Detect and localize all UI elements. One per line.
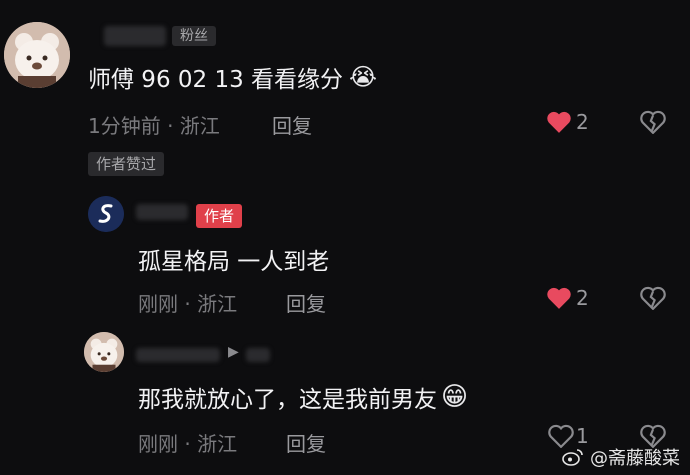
username-redacted[interactable]: [104, 26, 166, 46]
heart-filled-icon: [547, 287, 571, 309]
comment-time-location: 刚刚 · 浙江: [138, 432, 238, 456]
reply-button[interactable]: 回复: [286, 288, 326, 317]
like-button[interactable]: 2: [546, 110, 589, 134]
crying-emoji-icon: 😭: [349, 63, 378, 91]
avatar[interactable]: [88, 196, 124, 232]
comment-text: 孤星格局 一人到老: [138, 249, 330, 275]
bear-avatar-icon: [84, 332, 124, 372]
comment-time-location: 1分钟前 · 浙江: [88, 114, 220, 138]
weibo-icon: [562, 449, 583, 466]
like-button[interactable]: 2: [546, 286, 589, 310]
dislike-button[interactable]: [640, 286, 666, 314]
comment-text: 师傅 96 02 13 看看缘分 😭: [88, 63, 378, 93]
heart-filled-icon: [547, 111, 571, 133]
comment-time-location: 刚刚 · 浙江: [138, 292, 238, 316]
avatar[interactable]: [84, 332, 124, 372]
author-liked-badge: 作者赞过: [88, 152, 165, 176]
broken-heart-icon: [640, 286, 666, 311]
reply-arrow-icon: ▶: [228, 344, 239, 360]
like-count: 2: [576, 286, 589, 310]
reply-button[interactable]: 回复: [286, 428, 326, 457]
fan-badge: 粉丝: [172, 26, 216, 46]
avatar[interactable]: [4, 22, 70, 88]
watermark: @斋藤酸菜: [562, 444, 680, 470]
grinning-emoji-icon: 😁: [441, 382, 469, 412]
like-count: 2: [576, 110, 589, 134]
username-redacted[interactable]: [136, 204, 188, 220]
reply-button[interactable]: 回复: [272, 110, 312, 139]
dislike-button[interactable]: [640, 110, 666, 138]
broken-heart-icon: [640, 110, 666, 135]
username-redacted[interactable]: [246, 348, 270, 362]
username-redacted[interactable]: [136, 348, 220, 362]
comment-text: 那我就放心了，这是我前男友 😁: [138, 382, 469, 413]
watermark-text: @斋藤酸菜: [590, 448, 680, 469]
author-badge: 作者: [196, 204, 243, 228]
bear-avatar-icon: [4, 22, 70, 88]
author-logo-icon: [88, 196, 124, 232]
